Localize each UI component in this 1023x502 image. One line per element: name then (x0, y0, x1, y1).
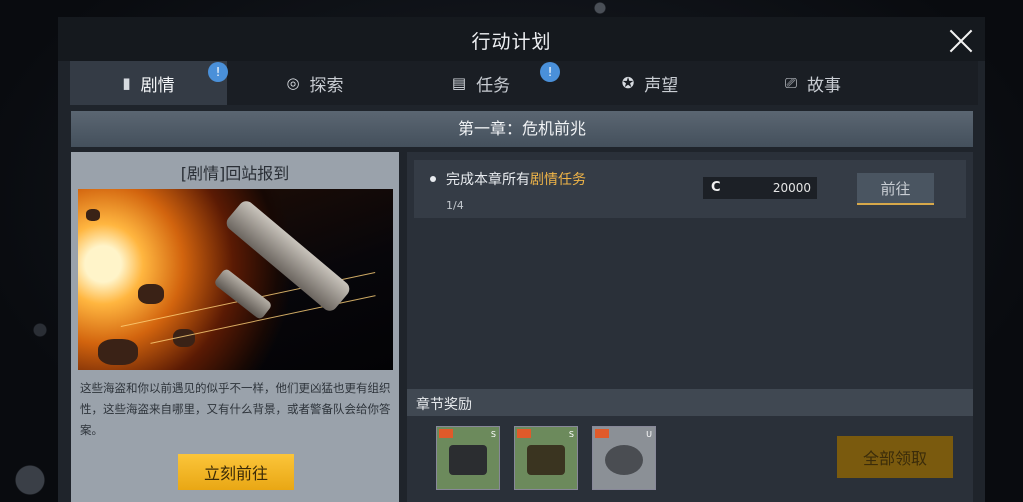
reward-item[interactable]: S (514, 426, 578, 490)
story-title: [剧情]回站报到 (180, 164, 290, 183)
notification-badge: ! (540, 62, 560, 82)
grade-label: U (646, 430, 652, 439)
list-icon: ▤ (451, 74, 467, 92)
engine-module-icon (605, 445, 643, 475)
book-icon: ▮ (122, 74, 131, 92)
cannon-module-icon (449, 445, 487, 475)
task-highlight[interactable]: 剧情任务 (530, 172, 586, 188)
reward-item[interactable]: S (436, 426, 500, 490)
tier-icon (439, 429, 453, 438)
tier-icon (595, 429, 609, 438)
claim-all-button[interactable]: 全部领取 (837, 436, 953, 478)
compass-icon: ◎ (286, 74, 300, 92)
story-icon: ⎚ (784, 74, 797, 92)
tier-icon (517, 429, 531, 438)
tab-explore[interactable]: ◎ 探索 (240, 61, 390, 105)
reward-amount: 20000 (772, 181, 811, 195)
task-text-prefix: 完成本章所有 (446, 172, 530, 188)
task-go-button[interactable]: 前往 (857, 173, 934, 205)
chapter-rewards-header: 章节奖励 (407, 389, 973, 416)
tab-story[interactable]: ▮ 剧情 (70, 61, 227, 105)
medal-icon: ✪ (621, 74, 635, 92)
chapter-rewards-title: 章节奖励 (416, 397, 472, 413)
tab-label: 探索 (309, 75, 344, 96)
task-description: 完成本章所有剧情任务 (446, 169, 586, 189)
tab-label: 剧情 (140, 75, 175, 96)
story-illustration (78, 189, 393, 370)
task-progress: 1/4 (446, 199, 464, 212)
tab-story-log[interactable]: ⎚ 故事 (738, 61, 888, 105)
tab-bar: ▮ 剧情 ◎ 探索 ▤ 任务 ✪ 声望 ⎚ 故事 (70, 61, 978, 105)
story-card: [剧情]回站报到 这些海盗和你以前遇见的似乎不一样，他们更凶猛也更有组织性，这些… (71, 152, 399, 502)
tab-missions[interactable]: ▤ 任务 (406, 61, 556, 105)
turret-module-icon (527, 445, 565, 475)
close-icon[interactable] (943, 24, 979, 58)
tab-label: 故事 (807, 75, 841, 96)
window-title: 行动计划 (471, 31, 552, 53)
grade-label: S (490, 430, 496, 439)
tab-label: 声望 (644, 75, 679, 96)
reward-item[interactable]: U (592, 426, 656, 490)
reward-credits: C 20000 (703, 177, 817, 199)
tab-reputation[interactable]: ✪ 声望 (575, 61, 725, 105)
story-description: 这些海盗和你以前遇见的似乎不一样，他们更凶猛也更有组织性，这些海盗来自哪里，又有… (80, 381, 391, 437)
credit-icon: C (711, 180, 721, 195)
grade-label: S (568, 430, 574, 439)
bullet-icon (430, 176, 436, 182)
tab-label: 任务 (476, 75, 511, 96)
notification-badge: ! (208, 62, 228, 82)
go-now-button[interactable]: 立刻前往 (178, 454, 294, 490)
chapter-title: 第一章：危机前兆 (71, 111, 973, 147)
